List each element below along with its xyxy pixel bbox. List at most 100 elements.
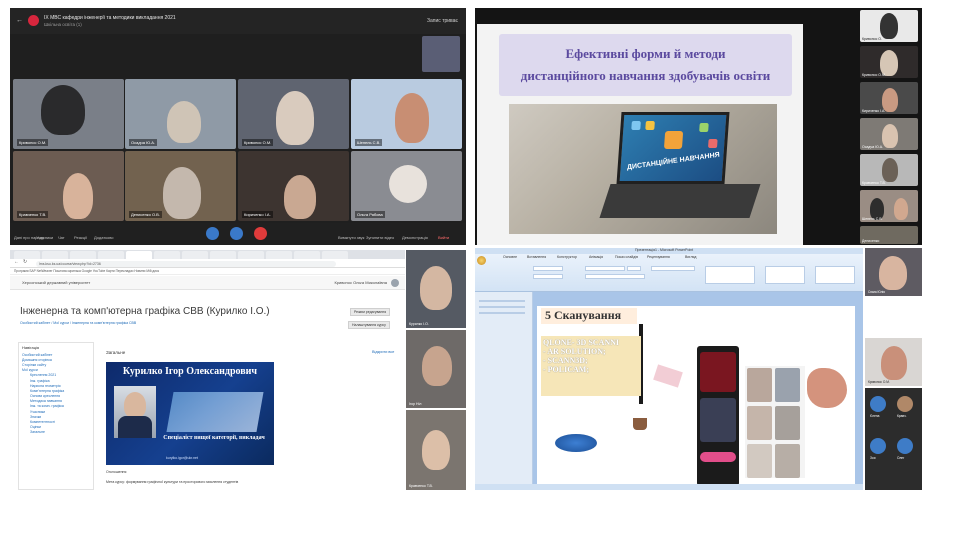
participant-thumbnail[interactable]: Кривонос О. (860, 10, 918, 42)
breadcrumb[interactable]: Особистий кабінет / Мої курси / Інженерн… (20, 321, 136, 325)
bookmarks-bar[interactable]: Програми SAP NetWeaver Поштова скринька … (10, 268, 405, 275)
participant-thumbnail[interactable]: Кравченко Т.В. (860, 154, 918, 186)
browser-tab[interactable] (238, 251, 264, 259)
reset-button[interactable] (533, 274, 563, 279)
participant-tile[interactable]: Ольга Рябова (351, 151, 462, 221)
participant-name: Кириченко І.А. (242, 211, 273, 218)
url-input[interactable]: lms.ksu.ks.ua/course/view.php?id=2736 (36, 260, 336, 267)
side-participant-video[interactable]: Курилко І.О. (406, 250, 466, 328)
side-participant-video[interactable]: Кривонос О.М. (865, 338, 922, 386)
ribbon-tab[interactable]: Вигляд (685, 255, 696, 259)
back-arrow-icon[interactable]: ← (16, 17, 23, 24)
font-size-dropdown[interactable] (627, 266, 641, 271)
browser-tab[interactable] (322, 251, 348, 259)
browser-tab[interactable] (70, 251, 96, 259)
announcements-label[interactable]: Оголошення (106, 470, 126, 474)
editing-group[interactable] (815, 266, 855, 284)
browser-tab[interactable] (182, 251, 208, 259)
browser-tab[interactable] (42, 251, 68, 259)
browser-tab-active[interactable] (126, 251, 152, 259)
participant-tile[interactable]: Денисенко О.В. (125, 151, 236, 221)
shapes-gallery[interactable] (705, 266, 755, 284)
user-menu[interactable]: Кривонос Ольга Миколаївна (334, 280, 387, 285)
more-button[interactable]: Додатково (94, 235, 114, 240)
outline-line[interactable] (479, 306, 525, 308)
participant-tile[interactable]: Кривонос О.М. (13, 79, 124, 149)
hang-up-icon[interactable] (254, 227, 267, 240)
back-arrow-icon[interactable]: ← (14, 259, 19, 265)
slide-title[interactable]: 5 Сканування (541, 308, 637, 324)
participant-avatar (276, 91, 314, 145)
avatar[interactable] (897, 438, 913, 454)
outline-line[interactable] (479, 300, 525, 302)
self-view-tile[interactable] (422, 36, 460, 72)
expand-all-link[interactable]: Відкрити все (372, 350, 394, 354)
outline-line[interactable] (479, 312, 525, 314)
side-participant-video[interactable]: Кравченко Т.В. (406, 410, 466, 490)
bullet-item: QLONE- 3D SCANNI (543, 338, 620, 347)
ribbon-tab[interactable]: Основне (503, 255, 517, 259)
phone-app-preview (700, 352, 736, 392)
browser-tab[interactable] (266, 251, 292, 259)
microphone-icon[interactable] (206, 227, 219, 240)
participant-thumbnail[interactable]: Кириченко І.А. (860, 82, 918, 114)
avatar[interactable] (870, 396, 886, 412)
camera-icon[interactable] (230, 227, 243, 240)
user-avatar[interactable] (391, 279, 399, 287)
participant-tile[interactable]: Осадча Ю.А. (125, 79, 236, 149)
browser-tab[interactable] (210, 251, 236, 259)
share-screen-button[interactable]: Демонстрація (402, 235, 428, 240)
leave-button[interactable]: Вийти (438, 235, 449, 240)
participant-thumbnail[interactable]: Кривонос О.М. (860, 46, 918, 78)
site-name[interactable]: Херсонський державний університет (22, 280, 90, 285)
slide-bullets[interactable]: QLONE- 3D SCANNI - AR SOLUTION; - SCANN3… (541, 336, 641, 396)
reactions-button[interactable]: Реакції (74, 235, 87, 240)
participants-button[interactable]: Учасники (36, 235, 53, 240)
participant-thumbnail[interactable]: Шепель С.В. (860, 190, 918, 222)
teacher-face (124, 392, 146, 418)
gallery-thumb (747, 368, 772, 402)
participant-thumbnail[interactable]: Осадча Ю.А. (860, 118, 918, 150)
participant-tile[interactable]: Кириченко І.А. (238, 151, 349, 221)
side-participant-video[interactable]: Сюма Юлія (865, 248, 922, 296)
office-button-icon[interactable] (477, 256, 486, 265)
avatar[interactable] (897, 396, 913, 412)
bullet-item: - SCANN3D; (543, 356, 588, 365)
avatar[interactable] (870, 438, 886, 454)
browser-tab[interactable] (294, 251, 320, 259)
browser-tab[interactable] (154, 251, 180, 259)
layout-dropdown[interactable] (533, 266, 563, 271)
edit-mode-button[interactable]: Режим редагування (350, 308, 391, 316)
participant-name: Кириченко І.А. (862, 109, 886, 113)
participant-avatar (163, 167, 201, 219)
paragraph-buttons[interactable] (651, 266, 695, 271)
ribbon-tab[interactable]: Вставлення (527, 255, 546, 259)
bullet-item: - AR SOLUTION; (543, 347, 606, 356)
mute-button[interactable]: Вимкнути звук (338, 235, 364, 240)
ribbon-tab[interactable]: Конструктор (557, 255, 577, 259)
quick-styles-gallery[interactable] (765, 266, 805, 284)
font-name-dropdown[interactable] (585, 266, 625, 271)
participant-avatar (63, 173, 93, 219)
participant-thumbnail[interactable]: Денисенко (860, 226, 918, 244)
ribbon-tab[interactable]: Показ слайдів (615, 255, 638, 259)
side-participant-video[interactable]: Ігор Ніл (406, 330, 466, 408)
nav-item[interactable]: Загальне (19, 430, 93, 435)
participant-tile[interactable]: Шепель С.В. (351, 79, 462, 149)
browser-tab[interactable] (98, 251, 124, 259)
participant-name: Сюма Юлія (868, 290, 885, 294)
participant-tile[interactable]: Кравченко Т.В. (13, 151, 124, 221)
participant-tile[interactable]: Кривонос О.М. (238, 79, 349, 149)
stop-video-button[interactable]: Зупинити відео (366, 235, 394, 240)
course-settings-button[interactable]: Налаштування курсу (348, 321, 390, 329)
avatar-name: Олег (897, 456, 905, 460)
ribbon-tab[interactable]: Рецензування (647, 255, 670, 259)
font-style-buttons[interactable] (585, 274, 645, 279)
reload-icon[interactable]: ↻ (23, 259, 27, 265)
scanned-object-preview (807, 368, 847, 408)
chat-button[interactable]: Чат (58, 235, 65, 240)
teacher-email[interactable]: kurylko.igor@ukr.net (166, 456, 198, 460)
browser-tab[interactable] (14, 251, 40, 259)
teacher-suit (118, 416, 152, 438)
ribbon-tab[interactable]: Анімація (589, 255, 603, 259)
